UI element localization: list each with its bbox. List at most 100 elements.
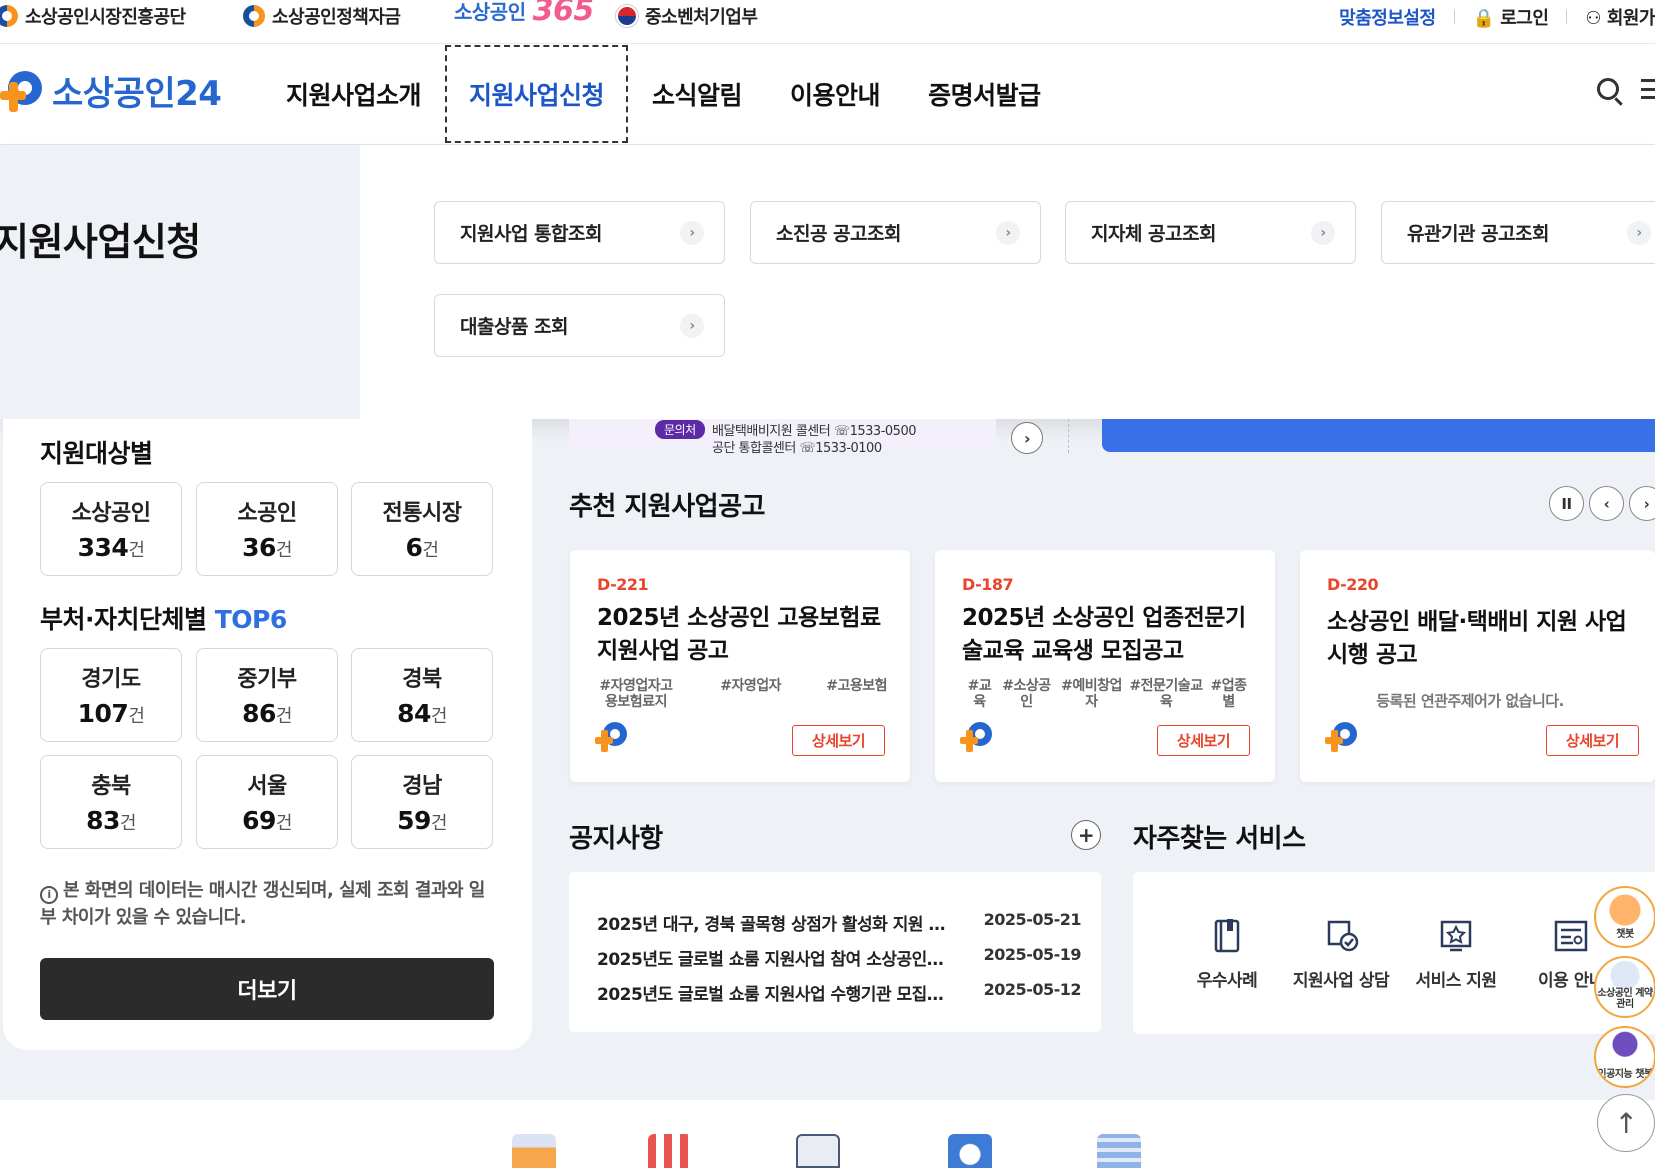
- mega-item-agency-notices[interactable]: 유관기관 공고조회 ›: [1381, 201, 1655, 264]
- prev-icon[interactable]: ‹: [1589, 486, 1624, 521]
- brand-p-icon: [1325, 722, 1359, 754]
- user-icon: ⚇: [1585, 8, 1602, 29]
- list-item[interactable]: 2025년도 글로벌 쇼룸 지원사업 수행기관 모집 공고 2025-05-12: [597, 980, 1082, 1005]
- ai-chatbot-button[interactable]: 인공지능 챗봇: [1594, 1026, 1655, 1088]
- banner-next-button[interactable]: ›: [1011, 422, 1043, 454]
- stat-target-0[interactable]: 소상공인 334건: [40, 482, 182, 576]
- brand-p-icon: [960, 722, 994, 754]
- by-region-title: 부처·자치단체별 TOP6: [40, 605, 287, 634]
- search-icon[interactable]: [1597, 78, 1619, 100]
- brand-logo[interactable]: 소상공인24: [0, 66, 222, 115]
- contract-management-button[interactable]: 소상공인 계약관리: [1594, 956, 1655, 1018]
- gnb-icons: [1597, 78, 1655, 100]
- list-item[interactable]: 2025년도 글로벌 쇼룸 지원사업 참여 소상공인 모집 공고2025-05-…: [597, 945, 1082, 970]
- list-item[interactable]: 2025년 대구, 경북 골목형 상점가 활성화 지원 사업 공고2025-05…: [597, 910, 1082, 935]
- menu-certificates[interactable]: 증명서발급: [904, 44, 1065, 144]
- recommend-card[interactable]: D-220 소상공인 배달·택배비 지원 사업 시행 공고 등록된 연관주제어가…: [1300, 550, 1655, 782]
- notice-title: 공지사항: [569, 824, 663, 854]
- menu-guide[interactable]: 이용안내: [766, 44, 904, 144]
- pause-icon[interactable]: II: [1549, 486, 1584, 521]
- stat-region-3[interactable]: 충북 83건: [40, 755, 182, 849]
- plus-icon[interactable]: +: [1071, 820, 1101, 850]
- dday-badge: D-187: [962, 575, 1014, 594]
- dday-badge: D-221: [597, 575, 649, 594]
- recommend-title: 추천 지원사업공고: [569, 492, 765, 522]
- guide-document-icon: [1554, 920, 1588, 952]
- detail-button[interactable]: 상세보기: [792, 725, 885, 756]
- stat-region-5[interactable]: 경남 59건: [351, 755, 493, 849]
- card-title: 소상공인 배달·택배비 지원 사업 시행 공고: [1327, 609, 1627, 668]
- scroll-top-button[interactable]: ↑: [1597, 1094, 1655, 1152]
- stats-panel: 지원대상별 소상공인 334건 소공인 36건 전통시장 6건 부처·자치단체별 TO…: [3, 419, 532, 1050]
- divider: [1453, 10, 1455, 24]
- chevron-right-icon: ›: [680, 221, 704, 245]
- stat-target-1[interactable]: 소공인 36건: [196, 482, 338, 576]
- by-target-title: 지원대상별: [40, 439, 153, 468]
- chatbot-button[interactable]: 챗봇: [1594, 886, 1655, 948]
- detail-button[interactable]: 상세보기: [1157, 725, 1250, 756]
- divider: [1068, 419, 1069, 453]
- gnb-menu: 지원사업소개 지원사업신청 소식알림 이용안내 증명서발급: [262, 44, 1065, 144]
- money-bag-icon[interactable]: [512, 1134, 556, 1168]
- brand-p-icon: [0, 69, 48, 113]
- signup-link[interactable]: ⚇ 회원가: [1585, 4, 1655, 30]
- blue-banner[interactable]: [1102, 419, 1655, 452]
- login-link[interactable]: 🔒 로그인: [1473, 4, 1549, 30]
- more-button[interactable]: 더보기: [40, 958, 494, 1020]
- card-tags: #교육 #소상공인 #예비창업자 #전문기술교육 #업종별: [967, 678, 1247, 710]
- store-icon[interactable]: [648, 1134, 692, 1168]
- info-icon: i: [40, 886, 58, 904]
- frequent-title: 자주찾는 서비스: [1133, 824, 1306, 854]
- mega-item-integrated-search[interactable]: 지원사업 통합조회 ›: [434, 201, 725, 264]
- mega-item-semas-notices[interactable]: 소진공 공고조회 ›: [750, 201, 1041, 264]
- mega-item-local-gov-notices[interactable]: 지자체 공고조회 ›: [1065, 201, 1356, 264]
- site-link-policy-fund[interactable]: 소상공인정책자금: [243, 4, 401, 28]
- mega-item-loan-products[interactable]: 대출상품 조회 ›: [434, 294, 725, 357]
- book-icon: [1214, 919, 1240, 953]
- site-link-semas[interactable]: 소상공인시장진흥공단: [0, 4, 186, 28]
- semas-logo-icon: [243, 5, 265, 27]
- recommend-card[interactable]: D-187 2025년 소상공인 업종전문기술교육 교육생 모집공고 #교육 #…: [935, 550, 1275, 782]
- data-refresh-notice: i본 화면의 데이터는 매시간 갱신되며, 실제 조회 결과와 일부 차이가 있…: [40, 880, 485, 928]
- menu-support-apply[interactable]: 지원사업신청: [445, 45, 629, 143]
- document-pen-icon[interactable]: [796, 1134, 840, 1168]
- card-tags: #자영업자고용보험료지 #자영업자 #고용보험: [599, 678, 887, 710]
- semas-logo-icon: [0, 5, 18, 27]
- card-title: 2025년 소상공인 고용보험료 지원사업 공고: [597, 605, 881, 664]
- contact-tag: 문의처: [655, 420, 705, 439]
- mega-left-panel: 지원사업신청: [0, 145, 360, 419]
- alarm-clock-icon[interactable]: [948, 1134, 992, 1168]
- dday-badge: D-220: [1327, 575, 1379, 594]
- stat-region-0[interactable]: 경기도 107건: [40, 648, 182, 742]
- card-title: 2025년 소상공인 업종전문기술교육 교육생 모집공고: [962, 605, 1246, 664]
- brand-p-icon: [595, 722, 629, 754]
- service-best-cases[interactable]: 우수사례: [1172, 916, 1282, 991]
- main-nav: 소상공인24 지원사업소개 지원사업신청 소식알림 이용안내 증명서발급: [0, 44, 1655, 145]
- utility-bar: 소상공인시장진흥공단 소상공인정책자금 소상공인 365 중소벤처기업부 맞춤정보…: [0, 0, 1655, 44]
- stat-region-2[interactable]: 경북 84건: [351, 648, 493, 742]
- next-icon[interactable]: ›: [1629, 486, 1655, 521]
- mega-title: 지원사업신청: [0, 220, 201, 264]
- no-tags-text: 등록된 연관주제어가 없습니다.: [1376, 692, 1564, 710]
- hamburger-menu-icon[interactable]: [1641, 79, 1655, 99]
- detail-button[interactable]: 상세보기: [1546, 725, 1639, 756]
- stat-target-2[interactable]: 전통시장 6건: [351, 482, 493, 576]
- custom-info-link[interactable]: 맞춤정보설정: [1339, 4, 1436, 30]
- chevron-right-icon: ›: [1627, 221, 1651, 245]
- service-consult[interactable]: 지원사업 상담: [1286, 916, 1396, 991]
- chevron-right-icon: ›: [680, 314, 704, 338]
- menu-support-intro[interactable]: 지원사업소개: [262, 44, 445, 144]
- site-link-365[interactable]: 소상공인 365: [454, 0, 594, 28]
- recommend-card[interactable]: D-221 2025년 소상공인 고용보험료 지원사업 공고 #자영업자고용보험…: [570, 550, 910, 782]
- stat-region-4[interactable]: 서울 69건: [196, 755, 338, 849]
- chevron-right-icon: ›: [996, 221, 1020, 245]
- stat-region-1[interactable]: 중기부 86건: [196, 648, 338, 742]
- site-link-mss[interactable]: 중소벤처기업부: [616, 4, 758, 28]
- building-icon[interactable]: [1097, 1134, 1141, 1168]
- notice-list: 2025년 대구, 경북 골목형 상점가 활성화 지원 사업 공고2025-05…: [569, 872, 1101, 1032]
- banner-contact-strip[interactable]: 문의처 배달택배비지원 콜센터 ☏1533-0500 공단 통합콜센터 ☏153…: [569, 419, 996, 456]
- service-support[interactable]: 서비스 지원: [1401, 916, 1511, 991]
- mega-dropdown: 지원사업신청 지원사업 통합조회 › 소진공 공고조회 › 지자체 공고조회 › 유관…: [0, 145, 1655, 419]
- divider: [1566, 10, 1568, 24]
- menu-news[interactable]: 소식알림: [628, 44, 766, 144]
